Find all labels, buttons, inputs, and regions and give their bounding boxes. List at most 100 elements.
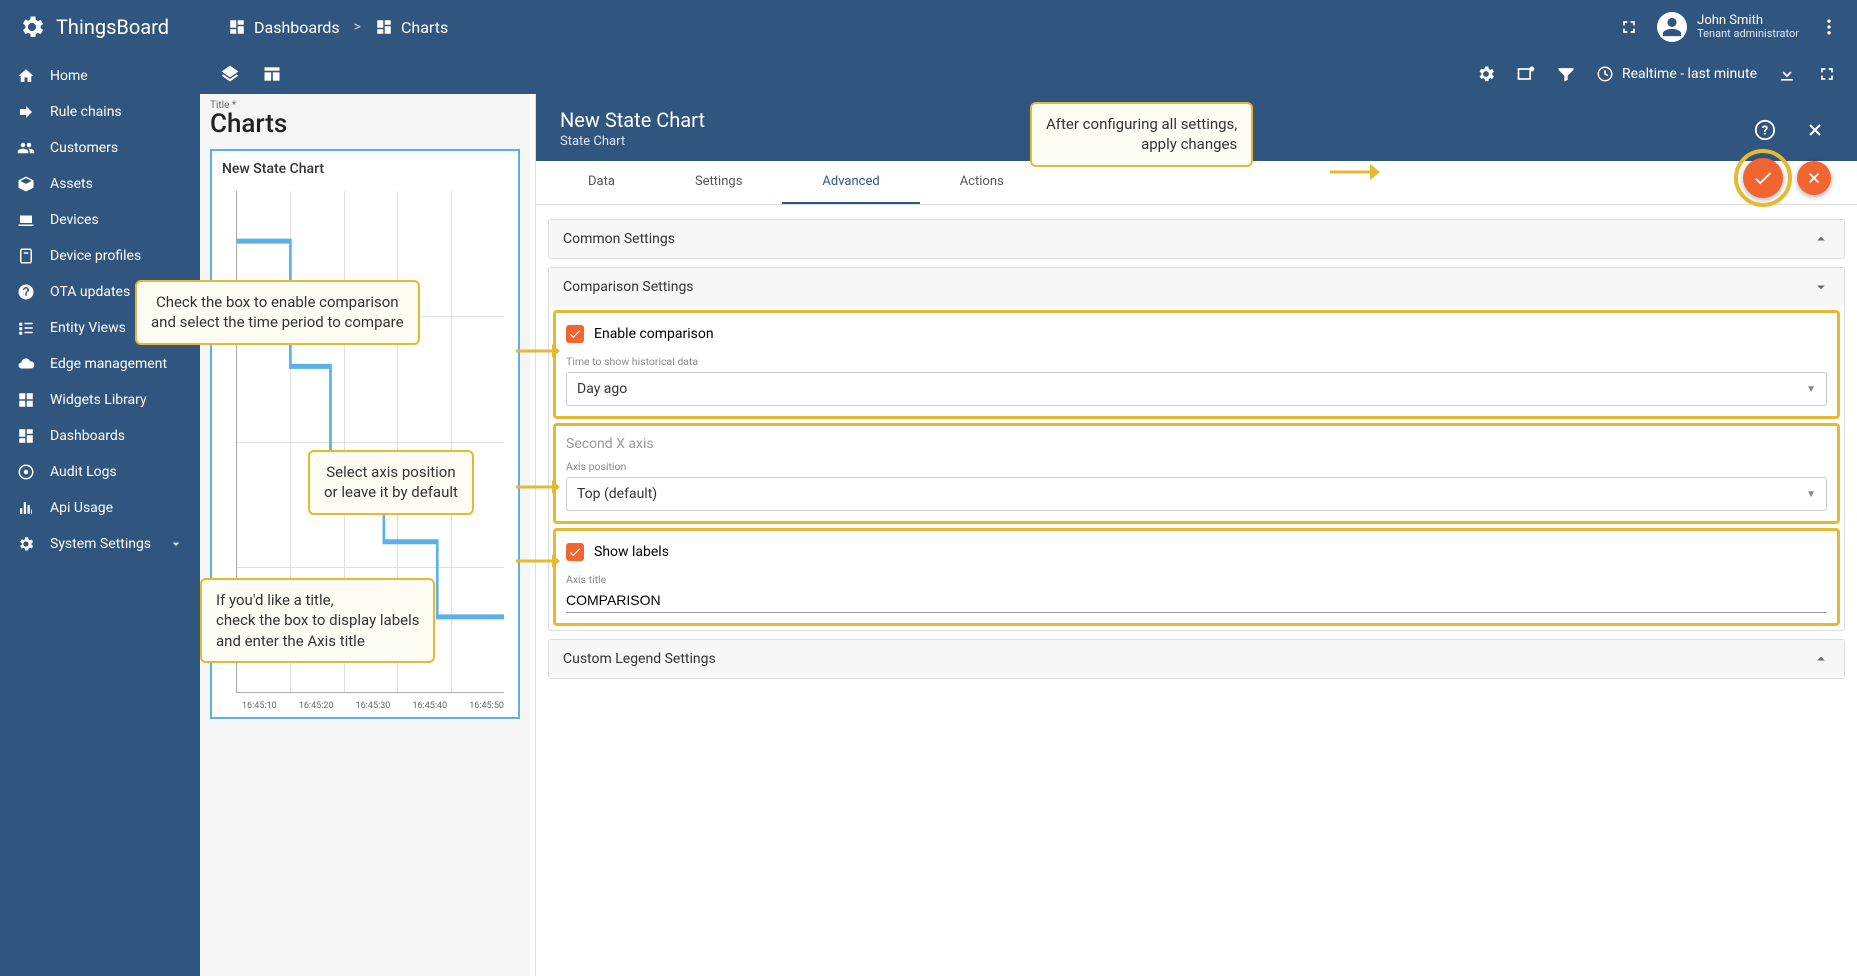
dashboard-icon — [16, 426, 36, 446]
breadcrumb-current[interactable]: Charts — [375, 18, 448, 37]
caret-down-icon: ▼ — [1806, 489, 1816, 500]
highlight-second-x-axis: Second X axis Axis position Top (default… — [553, 423, 1840, 524]
user-role: Tenant administrator — [1697, 28, 1799, 40]
section-comparison-settings: Comparison Settings Enable comparison Ti… — [548, 267, 1845, 631]
svg-text:?: ? — [1762, 124, 1768, 139]
sidebar-item-system-settings[interactable]: System Settings — [0, 526, 200, 562]
dashboard-icon — [228, 18, 246, 36]
logo-text: ThingsBoard — [56, 15, 169, 39]
sidebar-item-rule-chains[interactable]: Rule chains — [0, 94, 200, 130]
dashboard-icon — [375, 18, 393, 36]
cancel-button[interactable] — [1797, 161, 1831, 195]
entity-alias-icon[interactable] — [1516, 64, 1536, 84]
axis-pos-label: Axis position — [566, 460, 1827, 473]
fullscreen-icon[interactable] — [1619, 17, 1639, 37]
widget-preview-title: New State Chart — [222, 161, 508, 177]
enable-comparison-checkbox[interactable] — [566, 325, 584, 343]
filter-icon[interactable] — [1556, 64, 1576, 84]
section-common-settings: Common Settings — [548, 219, 1845, 259]
fullscreen-icon[interactable] — [1817, 64, 1837, 84]
ota-updates-icon — [16, 282, 36, 302]
callout-enable-comparison: Check the box to enable comparison and s… — [135, 280, 420, 345]
sidebar-item-widgets-library[interactable]: Widgets Library — [0, 382, 200, 418]
axis-title-label: Axis title — [566, 573, 1827, 586]
sidebar-item-home[interactable]: Home — [0, 58, 200, 94]
clock-icon — [1596, 65, 1614, 83]
breadcrumb-sep: > — [354, 19, 361, 35]
gear-icon — [16, 534, 36, 554]
panel-body: Common Settings Comparison Settings Enab… — [536, 205, 1857, 976]
sidebar-item-dashboards[interactable]: Dashboards — [0, 418, 200, 454]
highlight-show-labels: Show labels Axis title — [553, 528, 1840, 626]
breadcrumb: Dashboards > Charts — [228, 18, 448, 37]
tab-settings[interactable]: Settings — [655, 161, 782, 204]
rule-chains-icon — [16, 102, 36, 122]
sidebar-item-api-usage[interactable]: Api Usage — [0, 490, 200, 526]
time-field-label: Time to show historical data — [566, 355, 1827, 368]
section-header-comparison[interactable]: Comparison Settings — [549, 268, 1844, 306]
logo[interactable]: ThingsBoard — [16, 11, 200, 43]
entity-views-icon — [16, 318, 36, 338]
breadcrumb-root[interactable]: Dashboards — [228, 18, 340, 37]
user-name: John Smith — [1697, 14, 1799, 28]
user-menu[interactable]: John Smith Tenant administrator — [1657, 12, 1799, 42]
devices-icon — [16, 210, 36, 230]
fab-area — [1743, 158, 1831, 198]
top-header: ThingsBoard Dashboards > Charts John Smi… — [0, 0, 1857, 54]
header-right: John Smith Tenant administrator — [1619, 12, 1841, 42]
device-profiles-icon — [16, 246, 36, 266]
sidebar-item-customers[interactable]: Customers — [0, 130, 200, 166]
download-icon[interactable] — [1777, 64, 1797, 84]
panel-tabs: Data Settings Advanced Actions — [536, 161, 1857, 205]
callout-axis-position: Select axis position or leave it by defa… — [308, 450, 474, 515]
help-icon[interactable]: ? — [1747, 112, 1783, 148]
section-header-common[interactable]: Common Settings — [549, 220, 1844, 258]
sidebar-item-audit-logs[interactable]: Audit Logs — [0, 454, 200, 490]
sidebar-item-assets[interactable]: Assets — [0, 166, 200, 202]
time-select[interactable]: Day ago ▼ — [566, 372, 1827, 406]
close-panel-icon[interactable] — [1797, 112, 1833, 148]
gear-icon[interactable] — [1476, 64, 1496, 84]
highlight-ring — [1734, 149, 1792, 207]
customers-icon — [16, 138, 36, 158]
dashboard-toolbar: Realtime - last minute — [200, 54, 1857, 94]
sidebar-item-device-profiles[interactable]: Device profiles — [0, 238, 200, 274]
sidebar-item-edge-management[interactable]: Edge management — [0, 346, 200, 382]
chevron-down-icon — [168, 536, 184, 552]
section-header-custom-legend[interactable]: Custom Legend Settings — [549, 640, 1844, 678]
main: Realtime - last minute Title * Charts Ne… — [200, 54, 1857, 976]
dashboard-title: Charts — [210, 109, 520, 139]
time-window[interactable]: Realtime - last minute — [1596, 65, 1757, 83]
dashboard-canvas: Title * Charts New State Chart 16:45:101… — [200, 94, 530, 976]
callout-axis-title: If you'd like a title, check the box to … — [200, 578, 435, 663]
sidebar-item-devices[interactable]: Devices — [0, 202, 200, 238]
widgets-icon — [16, 390, 36, 410]
enable-comparison-label: Enable comparison — [594, 326, 714, 342]
second-x-label: Second X axis — [566, 434, 1827, 452]
widget-edit-panel: New State Chart State Chart ? Data Setti… — [535, 94, 1857, 976]
avatar-icon — [1657, 12, 1687, 42]
tab-data[interactable]: Data — [548, 161, 655, 204]
tab-actions[interactable]: Actions — [920, 161, 1044, 204]
callout-apply: After configuring all settings, apply ch… — [1030, 102, 1253, 167]
chart-x-labels: 16:45:1016:45:2016:45:3016:45:4016:45:50 — [242, 701, 504, 711]
logo-icon — [16, 11, 48, 43]
highlight-enable-comparison: Enable comparison Time to show historica… — [553, 310, 1840, 419]
show-labels-label: Show labels — [594, 544, 669, 560]
section-custom-legend: Custom Legend Settings — [548, 639, 1845, 679]
more-icon[interactable] — [1817, 15, 1841, 39]
show-labels-checkbox[interactable] — [566, 543, 584, 561]
layers-icon[interactable] — [220, 64, 240, 84]
api-usage-icon — [16, 498, 36, 518]
chevron-down-icon — [1812, 278, 1830, 296]
axis-position-select[interactable]: Top (default) ▼ — [566, 477, 1827, 511]
chevron-up-icon — [1812, 230, 1830, 248]
home-icon — [16, 66, 36, 86]
tab-advanced[interactable]: Advanced — [782, 161, 919, 204]
sidebar: Home Rule chains Customers Assets Device… — [0, 54, 200, 976]
edge-icon — [16, 354, 36, 374]
audit-icon — [16, 462, 36, 482]
layout-icon[interactable] — [262, 64, 282, 84]
assets-icon — [16, 174, 36, 194]
axis-title-input[interactable] — [566, 588, 1827, 613]
